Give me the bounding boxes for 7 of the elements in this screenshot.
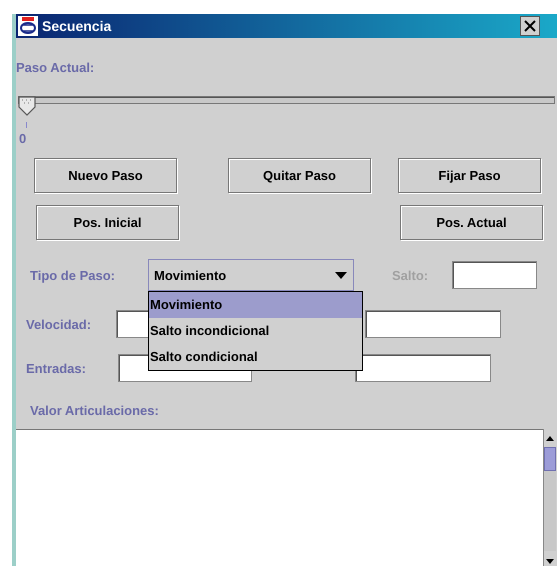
- field-label: Valor Articulaciones:: [30, 403, 160, 419]
- window-title: Secuencia: [42, 18, 112, 34]
- field-label: Velocidad:: [25, 316, 92, 332]
- field-label: Entradas:: [25, 360, 87, 376]
- tick-label: 0: [19, 131, 28, 145]
- field-label: Tipo de Paso:: [29, 268, 116, 282]
- field-label: Paso Actual:: [16, 60, 96, 76]
